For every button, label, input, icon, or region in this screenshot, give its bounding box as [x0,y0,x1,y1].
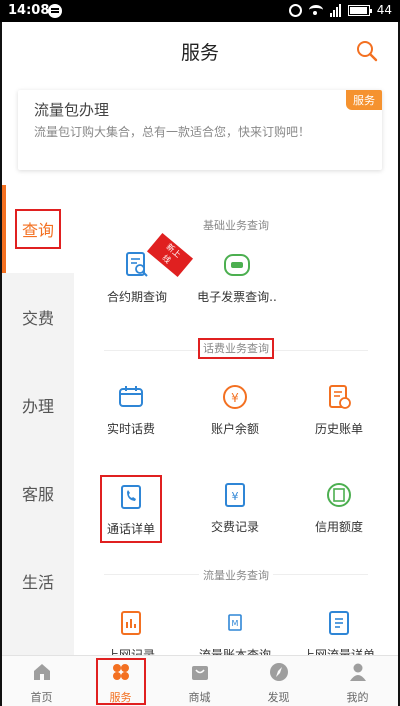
tab-shop[interactable]: 商城 [160,656,239,706]
yen-coin-icon: ¥ [223,385,247,409]
tile-label: 账户余额 [210,422,259,436]
sidebar-item-customer-service[interactable]: 客服 [2,449,74,537]
battery-icon [347,4,372,16]
sidebar-item-label: 查询 [14,209,61,249]
tile-data-detail[interactable]: 上网流量详单 [286,609,392,655]
data-package-banner[interactable]: 流量包办理 流量包订购大集合，总有一款适合您，快来订购吧！ 服务 [18,90,382,170]
signal-icon [329,3,341,17]
history-bill-icon [329,385,351,409]
svg-text:¥: ¥ [231,391,239,405]
status-indicators: 44 [288,3,392,17]
tile-label: 上网记录 [106,648,155,655]
battery-level: 44 [376,3,392,17]
call-detail-icon [120,485,141,509]
tab-label: 商城 [188,691,211,704]
wifi-icon [308,5,323,15]
wallet-icon [119,386,143,407]
payment-record-icon: ¥ [225,483,245,507]
alarm-icon [288,3,302,17]
tab-discover[interactable]: 发现 [239,656,318,706]
page-header: 服务 [2,22,398,80]
tile-label: 信用额度 [314,520,363,534]
svg-text:¥: ¥ [232,490,239,503]
tile-data-ledger[interactable]: M 流量账本查询 [182,609,288,655]
tab-mine[interactable]: 我的 [318,656,397,706]
tile-data-record[interactable]: 上网记录 [78,609,184,655]
tile-label: 交费记录 [210,520,259,534]
banner-description: 流量包订购大集合，总有一款适合您，快来订购吧！ [34,125,311,139]
contract-search-icon [126,252,148,277]
status-time: 14:08 [8,3,50,18]
tile-label: 通话详单 [106,522,155,536]
banner-title: 流量包办理 [34,101,110,119]
sidebar-item-payment[interactable]: 交费 [2,273,74,361]
tab-label: 首页 [30,691,53,704]
sidebar-item-label: 生活 [21,573,54,592]
tile-payment-record[interactable]: ¥ 交费记录 [182,481,288,535]
tab-label: 我的 [346,691,369,704]
data-detail-icon [329,611,349,635]
section-title-data-label: 流量业务查询 [199,569,273,582]
sidebar-item-label: 办理 [21,397,54,416]
home-icon [33,664,50,680]
tile-credit-limit[interactable]: 信用额度 [286,481,392,535]
sidebar-item-label: 交费 [21,309,54,328]
invoice-icon [224,254,250,276]
tile-label: 历史账单 [314,422,363,436]
status-bar: 14:08 44 [0,0,400,22]
sidebar-item-handle[interactable]: 办理 [2,361,74,449]
tile-realtime-charge[interactable]: 实时话费 [78,383,184,437]
tile-invoice-query[interactable]: 电子发票查询.. [184,251,290,305]
tile-label: 实时话费 [106,422,155,436]
sidebar-item-query[interactable]: 查询 [2,185,74,273]
data-record-icon [121,611,141,635]
sidebar-item-label: 客服 [21,485,54,504]
banner-badge: 服务 [346,90,382,110]
tab-label: 发现 [267,691,290,704]
data-ledger-icon: M [228,614,242,631]
compass-icon [269,663,288,681]
section-title-billing: 话费业务查询 [74,338,398,359]
call-detail-highlight: 通话详单 [99,475,162,543]
tile-label: 电子发票查询.. [197,290,277,304]
tile-label: 上网流量详单 [302,648,375,655]
section-title-billing-label: 话费业务查询 [198,338,274,359]
section-title-basic: 基础业务查询 [203,219,269,232]
svg-text:M: M [232,619,239,628]
tile-label: 合约期查询 [106,290,167,304]
tile-contract-query[interactable]: 新上线 合约期查询 [84,232,194,305]
tab-home[interactable]: 首页 [2,656,81,706]
user-icon [349,663,366,681]
tile-label: 流量账本查询 [198,648,271,655]
tile-call-detail[interactable]: 通话详单 [78,475,184,543]
section-title-data: 流量业务查询 [74,567,398,583]
sidebar-item-life[interactable]: 生活 [2,537,74,625]
category-sidebar: 查询 交费 办理 客服 生活 [2,185,74,655]
bottom-tab-bar: 首页 服务 商城 发现 我的 [2,655,398,706]
shopping-bag-icon [191,666,208,680]
tile-account-balance[interactable]: ¥ 账户余额 [182,383,288,437]
service-content: 基础业务查询 新上线 合约期查询 电子发票查询.. 话费业务查询 实时话费 ¥ … [74,185,398,655]
tile-history-bill[interactable]: 历史账单 [286,383,392,437]
service-tab-highlight [96,658,146,705]
search-icon[interactable] [356,40,378,62]
message-notification-icon [48,4,62,18]
credit-icon [327,483,351,507]
page-title: 服务 [180,42,219,64]
